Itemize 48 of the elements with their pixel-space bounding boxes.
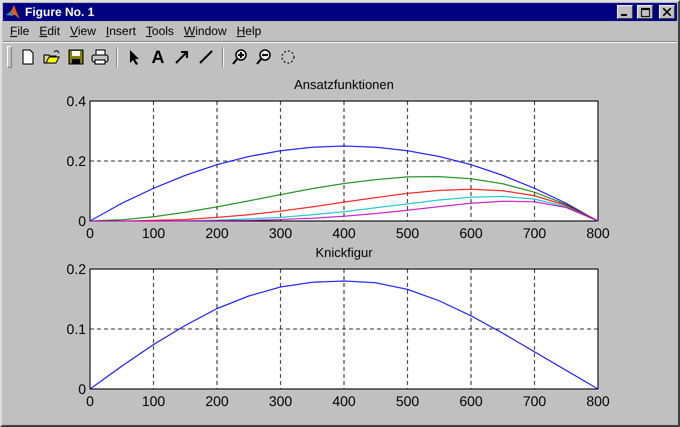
- text-tool-button[interactable]: A: [146, 46, 170, 68]
- tick-label: 700: [522, 393, 546, 409]
- tick-label: 300: [268, 225, 292, 241]
- tick-label: 0: [78, 381, 86, 397]
- tick-label: 200: [205, 393, 229, 409]
- tick-label: 600: [459, 225, 483, 241]
- maximize-icon: [640, 8, 650, 16]
- open-folder-icon: [43, 48, 61, 66]
- printer-icon: [91, 48, 109, 66]
- window-title: Figure No. 1: [25, 5, 96, 19]
- chart-title: Ansatzfunktionen: [294, 77, 394, 92]
- menu-item[interactable]: File: [5, 24, 34, 38]
- tick-label: 600: [459, 393, 483, 409]
- close-icon: [663, 8, 671, 16]
- line-icon: [197, 48, 215, 66]
- chart-title: Knickfigur: [315, 245, 373, 260]
- rotate-icon: [279, 48, 297, 66]
- menu-item[interactable]: View: [65, 24, 101, 38]
- tick-label: 0.1: [66, 321, 86, 337]
- tick-label: 700: [522, 225, 546, 241]
- tick-label: 400: [332, 393, 356, 409]
- close-button[interactable]: [659, 5, 675, 19]
- tick-label: 800: [586, 225, 610, 241]
- tick-label: 0: [78, 213, 86, 229]
- tick-label: 0.2: [66, 153, 86, 169]
- tick-label: 100: [142, 225, 166, 241]
- zoom-out-icon: [255, 48, 273, 66]
- tick-label: 0.2: [66, 261, 86, 277]
- tick-label: 100: [142, 393, 166, 409]
- maximize-button[interactable]: [637, 5, 653, 19]
- tick-label: 800: [586, 393, 610, 409]
- tick-label: 200: [205, 225, 229, 241]
- app-logo-icon: [5, 4, 21, 20]
- minimize-button[interactable]: [617, 5, 633, 19]
- tick-label: 500: [396, 225, 420, 241]
- menu-item[interactable]: Edit: [34, 24, 66, 38]
- menu-item[interactable]: Insert: [100, 24, 141, 38]
- menu-item[interactable]: Tools: [140, 24, 179, 38]
- tick-label: 0: [86, 225, 94, 241]
- tick-label: 0.4: [66, 93, 86, 109]
- tick-label: 500: [396, 393, 420, 409]
- tick-label: 300: [268, 393, 292, 409]
- zoom-in-icon: [231, 48, 249, 66]
- menu-item[interactable]: Window: [178, 24, 232, 38]
- menu-item[interactable]: Help: [232, 24, 266, 38]
- arrow-icon: [173, 48, 191, 66]
- tick-label: 0: [86, 393, 94, 409]
- tick-label: 400: [332, 225, 356, 241]
